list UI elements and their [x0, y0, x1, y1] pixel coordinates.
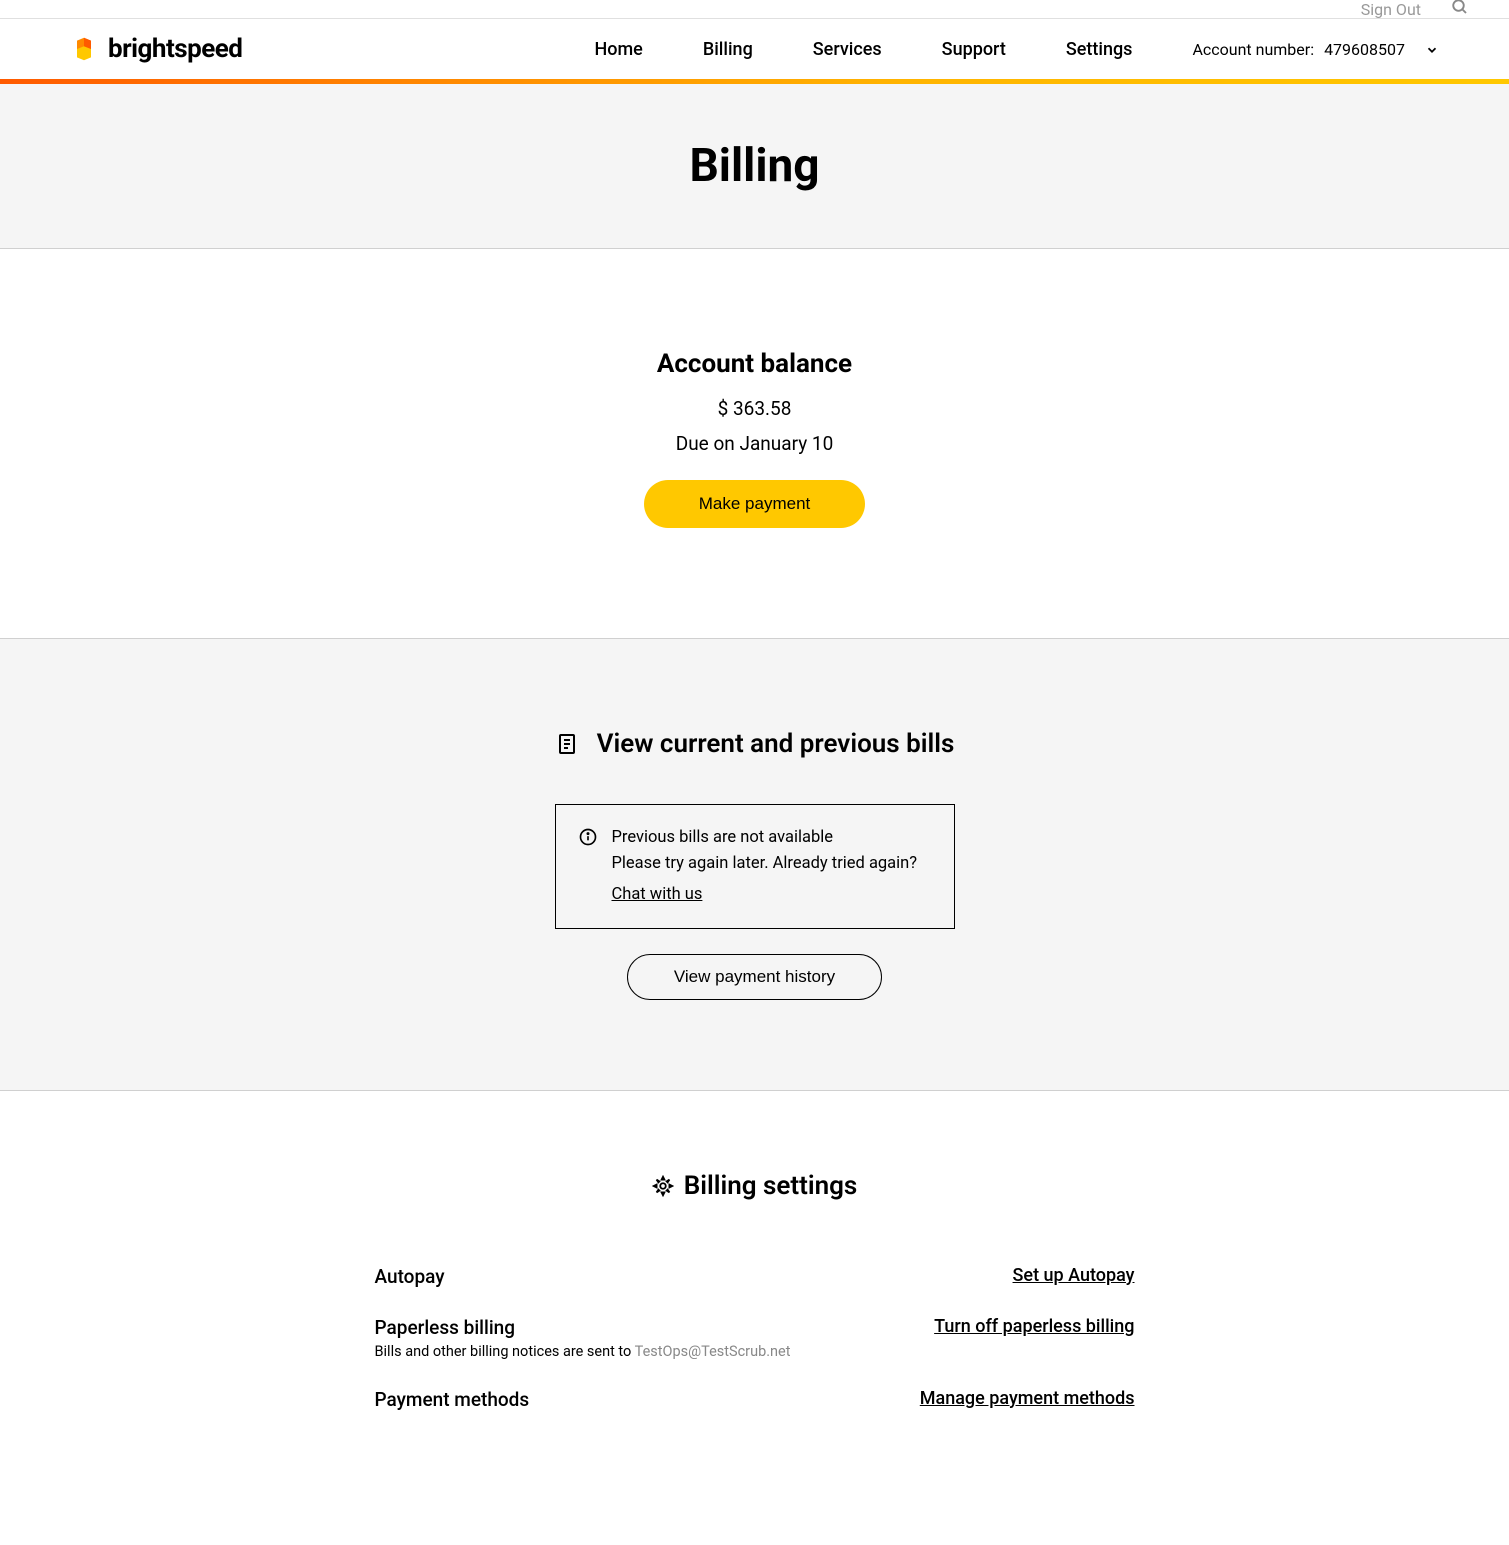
nav-settings[interactable]: Settings — [1066, 39, 1133, 60]
manage-payment-methods-link[interactable]: Manage payment methods — [920, 1388, 1135, 1409]
account-balance-due: Due on January 10 — [0, 432, 1509, 455]
paperless-sub-prefix: Bills and other billing notices are sent… — [375, 1343, 635, 1360]
account-number-value: 479608507 — [1324, 40, 1405, 59]
bills-alert-line1: Previous bills are not available — [612, 825, 918, 851]
bills-alert-line2: Please try again later. Already tried ag… — [612, 851, 918, 877]
paperless-email: TestOps@TestScrub.net — [635, 1343, 791, 1360]
info-icon — [578, 827, 598, 847]
setup-autopay-link[interactable]: Set up Autopay — [1013, 1265, 1135, 1286]
receipt-icon — [555, 732, 579, 756]
bills-heading: View current and previous bills — [597, 729, 955, 759]
account-number-label: Account number: — [1192, 40, 1314, 59]
account-number-dropdown[interactable]: 479608507 — [1324, 36, 1439, 63]
nav-services[interactable]: Services — [813, 39, 882, 60]
view-payment-history-button[interactable]: View payment history — [627, 954, 882, 1000]
chevron-down-icon — [1425, 42, 1439, 56]
bills-alert-box: Previous bills are not available Please … — [555, 804, 955, 929]
nav-billing[interactable]: Billing — [703, 39, 753, 60]
payment-methods-label: Payment methods — [375, 1388, 530, 1411]
autopay-label: Autopay — [375, 1265, 445, 1288]
chat-with-us-link[interactable]: Chat with us — [612, 882, 703, 908]
gear-icon — [652, 1175, 674, 1197]
billing-settings-heading: Billing settings — [684, 1171, 858, 1201]
brand-logo-icon — [70, 35, 98, 63]
brand-logo[interactable]: brightspeed — [70, 34, 242, 64]
nav-home[interactable]: Home — [595, 39, 643, 60]
paperless-billing-label: Paperless billing — [375, 1316, 791, 1339]
turn-off-paperless-link[interactable]: Turn off paperless billing — [934, 1316, 1134, 1337]
account-balance-amount: $ 363.58 — [0, 397, 1509, 420]
brand-name: brightspeed — [108, 34, 242, 64]
sign-out-link[interactable]: Sign Out — [1361, 0, 1421, 19]
page-title: Billing — [0, 139, 1509, 193]
make-payment-button[interactable]: Make payment — [644, 480, 866, 528]
search-icon[interactable] — [1451, 0, 1469, 20]
nav-support[interactable]: Support — [942, 39, 1006, 60]
account-balance-heading: Account balance — [0, 349, 1509, 379]
